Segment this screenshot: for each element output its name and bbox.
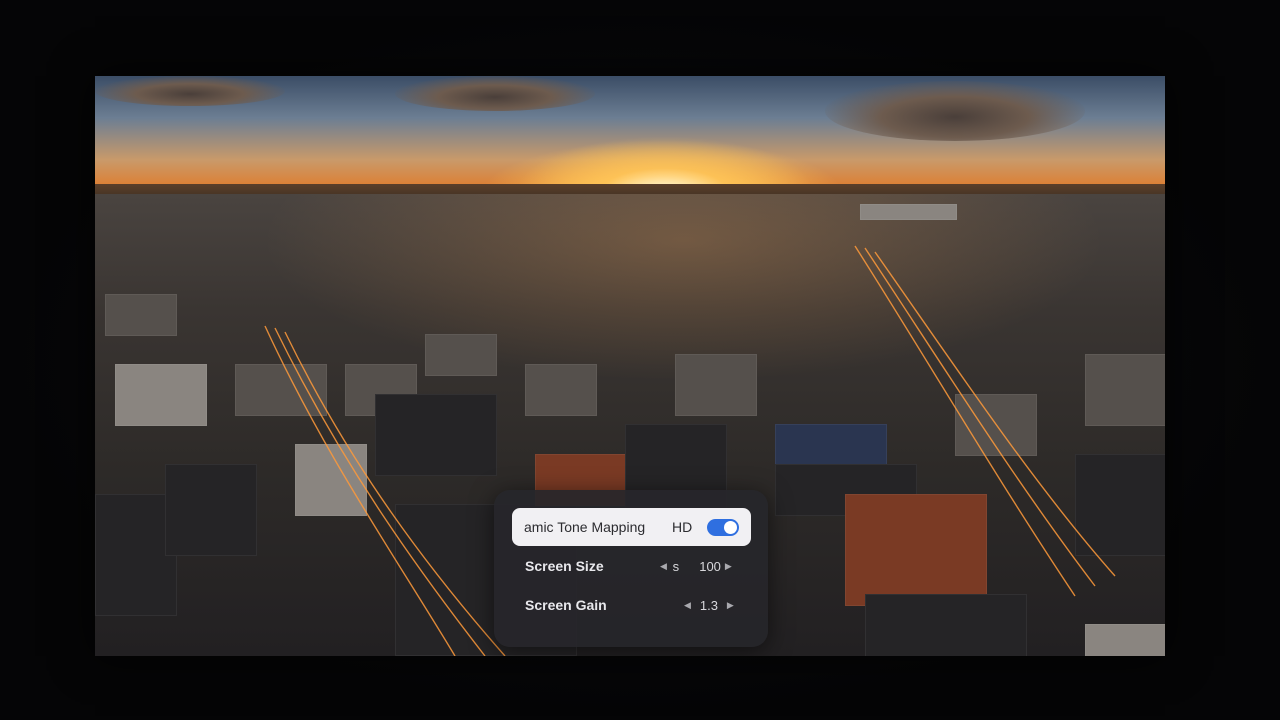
picture-settings-menu: amic Tone Mapping HD Screen Size ◀ s 100… bbox=[494, 490, 768, 647]
toggle-knob bbox=[724, 521, 737, 534]
screen-size-partial-value: s bbox=[672, 559, 680, 574]
screen-gain-stepper[interactable]: ◀ 1.3 ▶ bbox=[684, 598, 734, 613]
hd-badge: HD bbox=[672, 519, 693, 535]
screen-size-row[interactable]: Screen Size ◀ s 100 ▶ bbox=[512, 547, 752, 585]
chevron-right-icon[interactable]: ▶ bbox=[727, 600, 734, 611]
projector-stage: amic Tone Mapping HD Screen Size ◀ s 100… bbox=[0, 0, 1280, 720]
screen-size-value: 100 bbox=[699, 559, 721, 574]
projected-image: amic Tone Mapping HD Screen Size ◀ s 100… bbox=[95, 76, 1165, 656]
dynamic-tone-mapping-row[interactable]: amic Tone Mapping HD bbox=[512, 508, 751, 546]
dynamic-tone-mapping-toggle[interactable] bbox=[707, 519, 739, 536]
chevron-right-icon[interactable]: ▶ bbox=[725, 561, 732, 572]
screen-size-stepper[interactable]: ◀ s 100 ▶ bbox=[660, 559, 732, 574]
screen-gain-value: 1.3 bbox=[699, 598, 718, 613]
chevron-left-icon[interactable]: ◀ bbox=[684, 600, 691, 611]
chevron-left-icon[interactable]: ◀ bbox=[660, 561, 667, 572]
screen-gain-row[interactable]: Screen Gain ◀ 1.3 ▶ bbox=[512, 586, 752, 624]
screen-gain-label: Screen Gain bbox=[525, 597, 607, 613]
dynamic-tone-mapping-label: amic Tone Mapping bbox=[524, 519, 646, 535]
screen-size-label: Screen Size bbox=[525, 558, 604, 574]
